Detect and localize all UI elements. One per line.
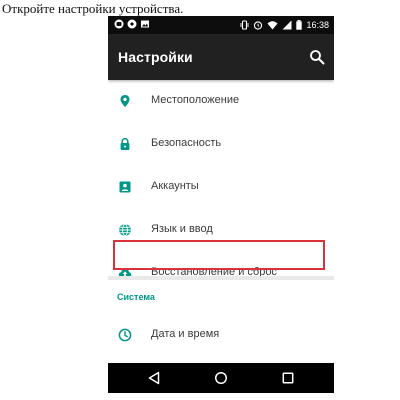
home-circle-icon[interactable] <box>214 371 228 385</box>
settings-item-security[interactable]: Безопасность <box>108 123 334 166</box>
page-title: Настройки <box>118 49 193 65</box>
battery-icon <box>296 20 303 30</box>
section-divider <box>108 276 334 280</box>
image-notification-icon <box>141 20 149 28</box>
recents-square-icon[interactable] <box>281 371 295 385</box>
app-bar: Настройки <box>108 34 334 80</box>
system-section-header: Система <box>117 292 155 302</box>
lock-icon <box>120 137 130 150</box>
search-icon[interactable] <box>309 49 325 65</box>
settings-item-accounts[interactable]: Аккаунты <box>108 166 334 209</box>
phone-screen: 16:38 Настройки Местоположение Безопасно… <box>108 16 334 393</box>
settings-item-label: Дата и время <box>151 328 220 340</box>
navigation-bar <box>108 363 334 393</box>
notification-icon <box>114 19 124 29</box>
settings-item-label: Безопасность <box>151 137 222 149</box>
settings-item-location[interactable]: Местоположение <box>108 80 334 123</box>
settings-item-label: Местоположение <box>151 94 240 106</box>
status-bar: 16:38 <box>108 16 334 34</box>
clock-icon <box>118 328 132 342</box>
messenger-icon <box>127 19 137 29</box>
settings-item-date-time[interactable]: Дата и время <box>108 314 334 357</box>
settings-item-language-input[interactable]: Язык и ввод <box>108 209 334 252</box>
wifi-icon <box>267 21 278 30</box>
status-time: 16:38 <box>306 20 329 30</box>
location-pin-icon <box>120 95 130 107</box>
back-triangle-icon[interactable] <box>147 371 161 385</box>
settings-item-backup-reset[interactable]: Восстановление и сброс <box>108 252 334 295</box>
settings-item-label: Язык и ввод <box>151 223 213 235</box>
globe-icon <box>119 223 131 237</box>
signal-icon <box>282 20 292 30</box>
settings-list: Местоположение Безопасность Аккаунты Язы… <box>108 80 334 295</box>
instruction-caption: Откройте настройки устройства. <box>2 1 184 16</box>
settings-item-label: Аккаунты <box>151 180 199 192</box>
account-box-icon <box>119 181 131 193</box>
vibrate-icon <box>241 20 249 30</box>
alarm-icon <box>254 21 263 30</box>
